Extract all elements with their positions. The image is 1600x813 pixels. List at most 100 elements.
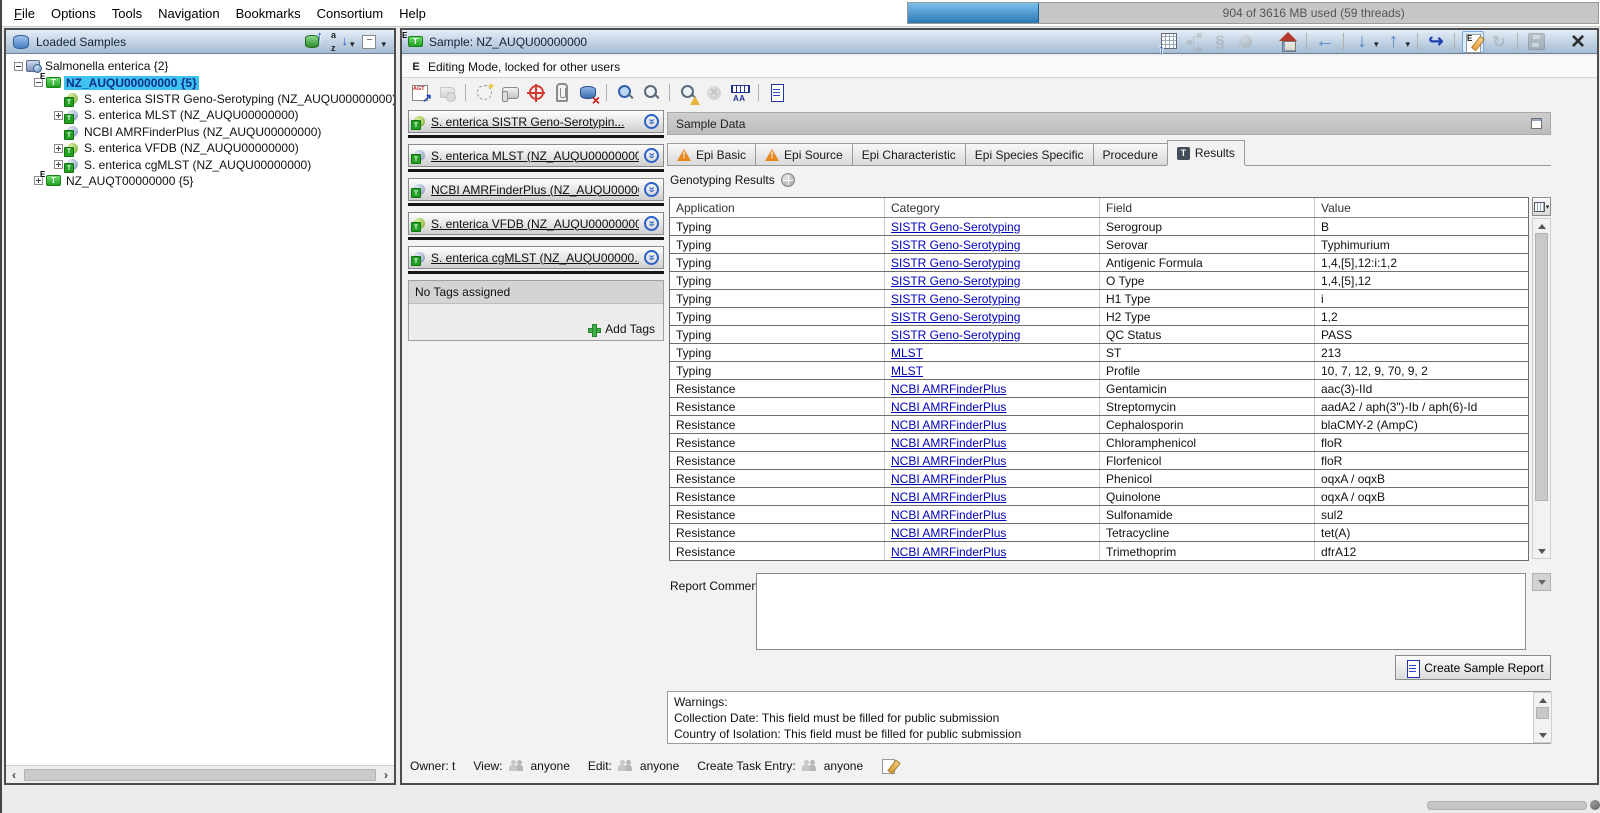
scroll-up-arrow[interactable] bbox=[1534, 219, 1549, 233]
zoom-in-icon[interactable] bbox=[614, 82, 636, 104]
up-arrow-caret[interactable]: ▾ bbox=[1405, 39, 1410, 50]
collapse-all-caret[interactable]: ▾ bbox=[381, 39, 386, 50]
table-row[interactable]: TypingSISTR Geno-SerotypingH1 Typei bbox=[670, 290, 1528, 308]
maximize-icon[interactable] bbox=[1531, 118, 1542, 129]
cell-category[interactable]: NCBI AMRFinderPlus bbox=[885, 416, 1100, 433]
expand-chevrons-icon[interactable] bbox=[644, 148, 659, 163]
table-row[interactable]: TypingSISTR Geno-SerotypingQC StatusPASS bbox=[670, 326, 1528, 344]
table-row[interactable]: ResistanceNCBI AMRFinderPlusSulfonamides… bbox=[670, 506, 1528, 524]
cell-category[interactable]: SISTR Geno-Serotyping bbox=[885, 272, 1100, 289]
tree-item-label[interactable]: S. enterica SISTR Geno-Serotyping (NZ_AU… bbox=[82, 92, 394, 106]
cell-category[interactable]: SISTR Geno-Serotyping bbox=[885, 218, 1100, 235]
column-header-application[interactable]: Application bbox=[670, 198, 885, 217]
tab-epi-species-specific[interactable]: Epi Species Specific bbox=[965, 143, 1094, 165]
tree-item-label[interactable]: NCBI AMRFinderPlus (NZ_AUQU00000000) bbox=[82, 125, 323, 139]
report-icon[interactable] bbox=[766, 82, 788, 104]
cell-category[interactable]: NCBI AMRFinderPlus bbox=[885, 488, 1100, 505]
export-table-icon[interactable] bbox=[1157, 31, 1179, 53]
table-row[interactable]: ResistanceNCBI AMRFinderPlusTrimethoprim… bbox=[670, 542, 1528, 560]
search-warning-icon[interactable] bbox=[677, 82, 699, 104]
add-tags-button[interactable]: Add Tags bbox=[605, 322, 655, 336]
menu-item-file[interactable]: File bbox=[6, 2, 43, 25]
tree-horizontal-scrollbar[interactable]: ‹ › bbox=[6, 765, 394, 783]
edit-permissions-icon[interactable] bbox=[881, 758, 898, 774]
bottom-horizontal-scrollbar[interactable] bbox=[1427, 801, 1587, 810]
cell-category[interactable]: NCBI AMRFinderPlus bbox=[885, 542, 1100, 560]
sort-az-icon[interactable]: ↓ bbox=[327, 31, 349, 53]
sequence-export-icon[interactable]: AGT bbox=[410, 82, 432, 104]
table-row[interactable]: ResistanceNCBI AMRFinderPlusCephalospori… bbox=[670, 416, 1528, 434]
tab-epi-basic[interactable]: Epi Basic bbox=[667, 143, 756, 165]
table-row[interactable]: ResistanceNCBI AMRFinderPlusGentamicinaa… bbox=[670, 380, 1528, 398]
category-link[interactable]: NCBI AMRFinderPlus bbox=[891, 418, 1006, 432]
task-entry-button[interactable]: S. enterica SISTR Geno-Serotypin... bbox=[408, 110, 664, 133]
table-row[interactable]: TypingMLSTST213 bbox=[670, 344, 1528, 362]
tree-expander-icon[interactable] bbox=[14, 62, 23, 71]
category-link[interactable]: SISTR Geno-Serotyping bbox=[891, 274, 1020, 288]
attachment-icon[interactable] bbox=[551, 82, 573, 104]
category-link[interactable]: NCBI AMRFinderPlus bbox=[891, 545, 1006, 559]
menu-item-consortium[interactable]: Consortium bbox=[309, 2, 391, 25]
category-link[interactable]: NCBI AMRFinderPlus bbox=[891, 400, 1006, 414]
tree-item[interactable]: NCBI AMRFinderPlus (NZ_AUQU00000000) bbox=[6, 124, 394, 140]
sort-az-caret[interactable]: ▾ bbox=[350, 39, 355, 50]
globe-icon[interactable] bbox=[781, 173, 795, 187]
table-settings-button[interactable] bbox=[1532, 197, 1551, 216]
category-link[interactable]: SISTR Geno-Serotyping bbox=[891, 310, 1020, 324]
tree-item-label[interactable]: S. enterica cgMLST (NZ_AUQU00000000) bbox=[82, 158, 313, 172]
cell-category[interactable]: NCBI AMRFinderPlus bbox=[885, 434, 1100, 451]
tab-results[interactable]: Results bbox=[1167, 140, 1245, 165]
task-entry-label[interactable]: S. enterica SISTR Geno-Serotypin... bbox=[431, 115, 639, 129]
cell-category[interactable]: NCBI AMRFinderPlus bbox=[885, 452, 1100, 469]
cell-category[interactable]: SISTR Geno-Serotyping bbox=[885, 290, 1100, 307]
edit-mode-icon[interactable]: E bbox=[1462, 31, 1484, 53]
scroll-left-arrow[interactable]: ‹ bbox=[6, 767, 22, 783]
tree-item-label[interactable]: NZ_AUQT00000000 {5} bbox=[64, 174, 195, 188]
down-arrow-icon[interactable] bbox=[1351, 31, 1373, 53]
tree-expander-icon[interactable] bbox=[54, 160, 63, 169]
menu-item-navigation[interactable]: Navigation bbox=[150, 2, 227, 25]
tree-item-label[interactable]: Salmonella enterica {2} bbox=[43, 59, 170, 73]
up-arrow-icon[interactable] bbox=[1382, 31, 1404, 53]
category-link[interactable]: NCBI AMRFinderPlus bbox=[891, 454, 1006, 468]
expand-chevrons-icon[interactable] bbox=[644, 182, 659, 197]
tree-item[interactable]: S. enterica VFDB (NZ_AUQU00000000) bbox=[6, 140, 394, 156]
cell-category[interactable]: SISTR Geno-Serotyping bbox=[885, 326, 1100, 343]
expand-chevrons-icon[interactable] bbox=[644, 250, 659, 265]
cell-category[interactable]: SISTR Geno-Serotyping bbox=[885, 308, 1100, 325]
tree-expander-icon[interactable] bbox=[54, 111, 63, 120]
target-icon[interactable] bbox=[525, 82, 547, 104]
tree-item-label[interactable]: S. enterica VFDB (NZ_AUQU00000000) bbox=[82, 141, 301, 155]
category-link[interactable]: SISTR Geno-Serotyping bbox=[891, 328, 1020, 342]
cell-category[interactable]: NCBI AMRFinderPlus bbox=[885, 398, 1100, 415]
task-entry-label[interactable]: S. enterica cgMLST (NZ_AUQU00000... bbox=[431, 251, 639, 265]
menu-item-tools[interactable]: Tools bbox=[104, 2, 150, 25]
cell-category[interactable]: NCBI AMRFinderPlus bbox=[885, 524, 1100, 541]
tree-item[interactable]: S. enterica cgMLST (NZ_AUQU00000000) bbox=[6, 156, 394, 172]
collapse-all-icon[interactable] bbox=[358, 31, 380, 53]
category-link[interactable]: SISTR Geno-Serotyping bbox=[891, 256, 1020, 270]
tree-item[interactable]: NZ_AUQU00000000 {5} bbox=[6, 74, 394, 90]
scrollbar-thumb[interactable] bbox=[1536, 707, 1549, 719]
new-task-icon[interactable] bbox=[473, 82, 495, 104]
tab-procedure[interactable]: Procedure bbox=[1093, 143, 1168, 165]
report-comment-input[interactable] bbox=[756, 573, 1526, 650]
report-comment-dropdown[interactable] bbox=[1532, 573, 1551, 591]
scrollbar-thumb[interactable] bbox=[1535, 233, 1548, 501]
expand-chevrons-icon[interactable] bbox=[644, 114, 659, 129]
task-entry-button[interactable]: NCBI AMRFinderPlus (NZ_AUQU00000... bbox=[408, 178, 664, 201]
category-link[interactable]: NCBI AMRFinderPlus bbox=[891, 490, 1006, 504]
column-header-value[interactable]: Value bbox=[1315, 198, 1530, 217]
scrollbar-thumb[interactable] bbox=[24, 769, 376, 781]
remove-database-icon[interactable] bbox=[577, 82, 599, 104]
category-link[interactable]: NCBI AMRFinderPlus bbox=[891, 526, 1006, 540]
tree-item-label[interactable]: NZ_AUQU00000000 {5} bbox=[64, 76, 199, 90]
task-entry-label[interactable]: S. enterica MLST (NZ_AUQU00000000) bbox=[431, 149, 639, 163]
table-row[interactable]: ResistanceNCBI AMRFinderPlusFlorfenicolf… bbox=[670, 452, 1528, 470]
table-row[interactable]: ResistanceNCBI AMRFinderPlusChlorampheni… bbox=[670, 434, 1528, 452]
zoom-out-icon[interactable] bbox=[640, 82, 662, 104]
tab-epi-characteristic[interactable]: Epi Characteristic bbox=[852, 143, 966, 165]
table-row[interactable]: ResistanceNCBI AMRFinderPlusStreptomycin… bbox=[670, 398, 1528, 416]
table-row[interactable]: TypingSISTR Geno-SerotypingSerogroupB bbox=[670, 218, 1528, 236]
cell-category[interactable]: SISTR Geno-Serotyping bbox=[885, 236, 1100, 253]
